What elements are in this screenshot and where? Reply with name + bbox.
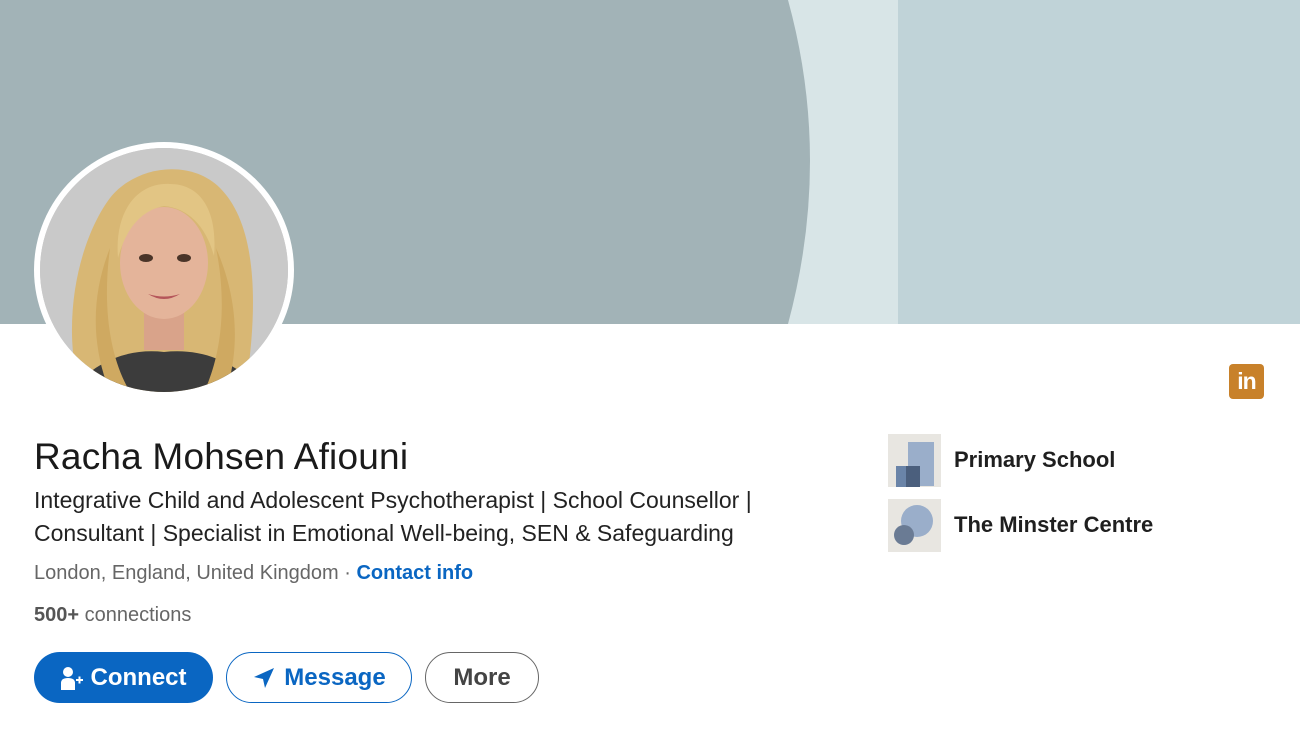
org-item-primary-school[interactable]: Primary School — [888, 433, 1116, 487]
more-label: More — [453, 663, 511, 691]
profile-headline: Integrative Child and Adolescent Psychot… — [34, 487, 752, 546]
avatar[interactable] — [40, 148, 288, 392]
connections-count-row[interactable]: 500+ connections — [34, 604, 191, 627]
location-row: London, England, United Kingdom · Contac… — [34, 562, 473, 585]
school-building-icon — [888, 433, 941, 487]
message-button[interactable]: Message — [226, 652, 412, 703]
connections-label: connections — [84, 604, 192, 626]
send-icon — [254, 667, 275, 688]
separator-dot: · — [344, 562, 351, 584]
profile-location: London, England, United Kingdom — [34, 562, 339, 584]
institution-logo-icon — [888, 498, 941, 552]
connections-count: 500+ — [34, 604, 80, 626]
more-button[interactable]: More — [425, 652, 539, 703]
org-name: The Minster Centre — [954, 512, 1154, 537]
contact-info-link[interactable]: Contact info — [356, 562, 473, 584]
profile-photo-frame[interactable] — [34, 142, 294, 398]
linkedin-logo-icon[interactable]: in — [1229, 364, 1264, 399]
profile-photo — [40, 148, 288, 392]
org-item-minster-centre[interactable]: The Minster Centre — [888, 498, 1154, 552]
message-label: Message — [284, 663, 386, 691]
profile-name: Racha Mohsen Afiouni — [34, 436, 409, 477]
org-name: Primary School — [954, 447, 1116, 472]
connect-label: Connect — [90, 663, 187, 691]
add-person-icon — [60, 666, 83, 690]
connect-button[interactable]: Connect — [34, 652, 213, 703]
